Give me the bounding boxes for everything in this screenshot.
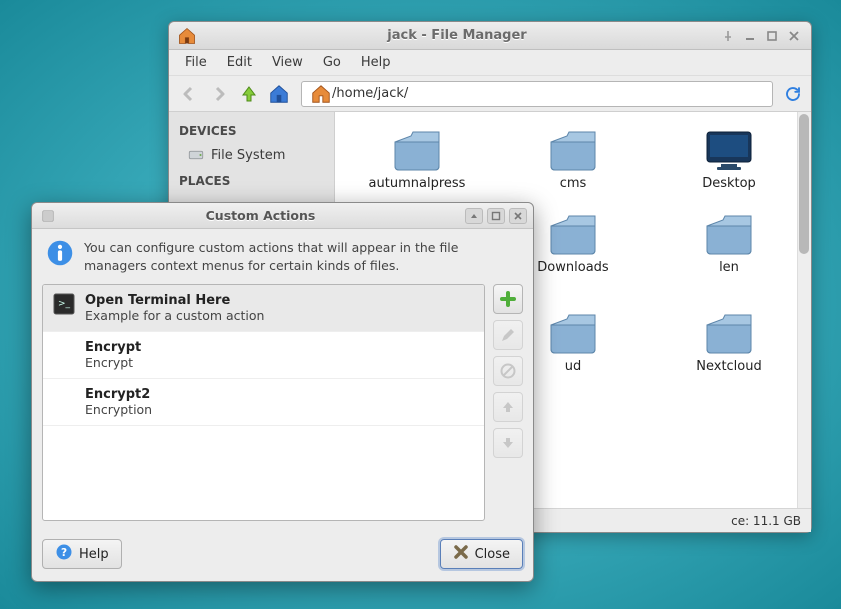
- folder-item[interactable]: autumnalpress: [341, 122, 493, 196]
- action-name: Encrypt2: [85, 387, 152, 402]
- close-icon[interactable]: [783, 26, 805, 46]
- folder-label: len: [719, 260, 739, 276]
- custom-actions-dialog: Custom Actions You can configure custom …: [31, 202, 534, 582]
- folder-label: Downloads: [537, 260, 608, 276]
- folder-icon: [701, 309, 757, 355]
- folder-item[interactable]: Desktop: [653, 122, 805, 196]
- drive-icon: [187, 146, 205, 164]
- folder-label: cms: [560, 176, 587, 192]
- folder-icon: [545, 309, 601, 355]
- folder-item[interactable]: cms: [497, 122, 649, 196]
- dialog-titlebar[interactable]: Custom Actions: [32, 203, 533, 229]
- folder-item[interactable]: Nextcloud: [653, 305, 805, 379]
- move-up-button[interactable]: [493, 392, 523, 422]
- home-button[interactable]: [265, 80, 293, 108]
- action-desc: Example for a custom action: [85, 308, 264, 323]
- close-button[interactable]: Close: [440, 539, 523, 569]
- rollup-icon[interactable]: [465, 208, 483, 224]
- home-icon: [310, 83, 332, 105]
- action-row[interactable]: Encrypt2Encryption: [43, 379, 484, 426]
- path-input[interactable]: /home/jack/: [301, 81, 773, 107]
- maximize-icon[interactable]: [761, 26, 783, 46]
- fm-titlebar[interactable]: jack - File Manager: [169, 22, 811, 50]
- refresh-button[interactable]: [781, 82, 805, 106]
- menu-view[interactable]: View: [264, 52, 311, 73]
- svg-text:?: ?: [61, 547, 67, 559]
- folder-label: autumnalpress: [369, 176, 466, 192]
- info-icon: [46, 239, 74, 267]
- menu-go[interactable]: Go: [315, 52, 349, 73]
- folder-label: Desktop: [702, 176, 756, 192]
- settings-icon: [40, 208, 56, 224]
- scrollbar[interactable]: [797, 112, 811, 508]
- help-icon: ?: [55, 543, 73, 565]
- delete-button[interactable]: [493, 356, 523, 386]
- help-label: Help: [79, 547, 109, 562]
- menubar: File Edit View Go Help: [169, 50, 811, 76]
- action-name: Encrypt: [85, 340, 141, 355]
- help-button[interactable]: ? Help: [42, 539, 122, 569]
- sidebar-header-devices: DEVICES: [169, 118, 334, 142]
- path-text: /home/jack/: [332, 86, 408, 101]
- dialog-title: Custom Actions: [56, 208, 465, 223]
- toolbar: /home/jack/: [169, 76, 811, 112]
- svg-text:>_: >_: [58, 299, 71, 309]
- sidebar-item-filesystem[interactable]: File System: [169, 142, 334, 168]
- dialog-footer: ? Help Close: [32, 529, 533, 581]
- folder-label: Nextcloud: [696, 359, 762, 375]
- action-desc: Encryption: [85, 402, 152, 417]
- close-icon: [453, 544, 469, 564]
- home-icon: [177, 26, 197, 46]
- fm-title: jack - File Manager: [197, 28, 717, 43]
- back-button[interactable]: [175, 80, 203, 108]
- maximize-icon[interactable]: [487, 208, 505, 224]
- dialog-info: You can configure custom actions that wi…: [32, 229, 533, 284]
- add-button[interactable]: [493, 284, 523, 314]
- terminal-icon: >_: [53, 293, 75, 315]
- folder-icon: [701, 210, 757, 256]
- dialog-info-text: You can configure custom actions that wi…: [84, 239, 519, 274]
- folder-icon: [389, 126, 445, 172]
- action-desc: Encrypt: [85, 355, 141, 370]
- menu-help[interactable]: Help: [353, 52, 399, 73]
- blank-icon: [53, 387, 75, 409]
- menu-file[interactable]: File: [177, 52, 215, 73]
- action-list[interactable]: >_ Open Terminal HereExample for a custom…: [42, 284, 485, 521]
- folder-icon: [545, 210, 601, 256]
- action-name: Open Terminal Here: [85, 293, 264, 308]
- folder-icon: [545, 126, 601, 172]
- status-text: ce: 11.1 GB: [731, 514, 801, 528]
- folder-item[interactable]: len: [653, 206, 805, 295]
- forward-button[interactable]: [205, 80, 233, 108]
- menu-edit[interactable]: Edit: [219, 52, 260, 73]
- desktop-icon: [701, 126, 757, 172]
- action-buttons: [493, 284, 523, 521]
- minimize-icon[interactable]: [739, 26, 761, 46]
- folder-label: ud: [565, 359, 582, 375]
- close-icon[interactable]: [509, 208, 527, 224]
- sidebar-header-places: PLACES: [169, 168, 334, 192]
- edit-button[interactable]: [493, 320, 523, 350]
- action-row[interactable]: EncryptEncrypt: [43, 332, 484, 379]
- close-label: Close: [475, 547, 510, 562]
- sidebar-item-label: File System: [211, 148, 285, 163]
- blank-icon: [53, 340, 75, 362]
- move-down-button[interactable]: [493, 428, 523, 458]
- stick-icon[interactable]: [717, 26, 739, 46]
- up-button[interactable]: [235, 80, 263, 108]
- action-row[interactable]: >_ Open Terminal HereExample for a custom…: [43, 285, 484, 332]
- window-controls: [717, 26, 805, 46]
- dialog-window-controls: [465, 208, 527, 224]
